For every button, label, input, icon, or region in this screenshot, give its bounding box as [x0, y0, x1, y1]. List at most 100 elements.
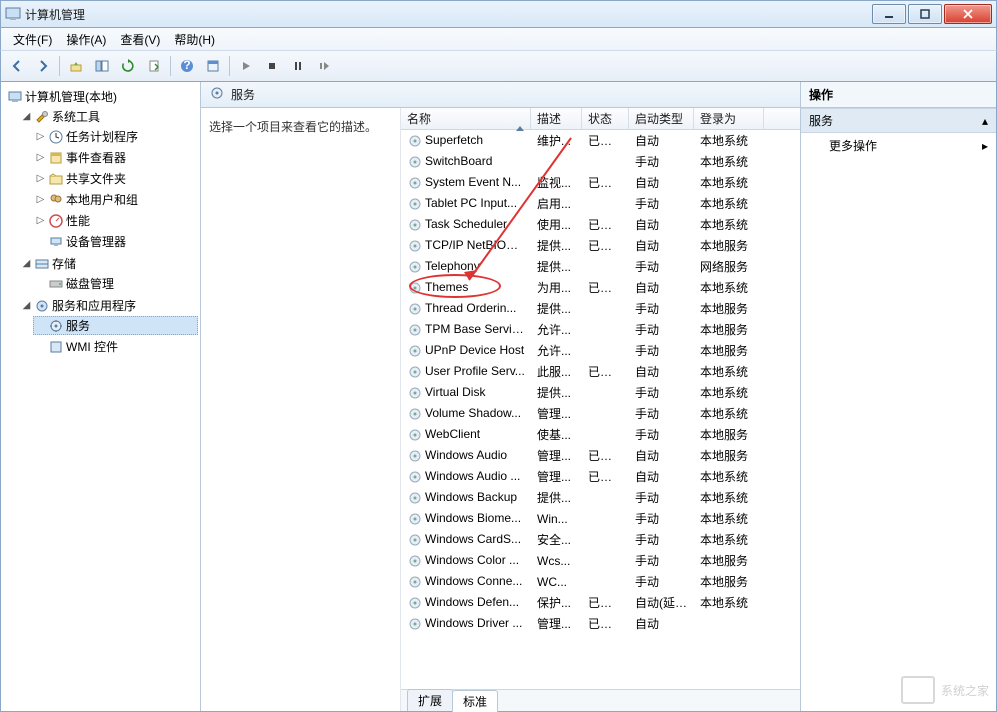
- tab-standard[interactable]: 标准: [452, 690, 498, 712]
- table-row[interactable]: Windows Audio ...管理...已启动自动本地系统: [401, 466, 800, 487]
- table-row[interactable]: Windows Backup提供...手动本地系统: [401, 487, 800, 508]
- table-row[interactable]: Windows Driver ...管理...已启动自动: [401, 613, 800, 634]
- tree-services[interactable]: 服务: [33, 316, 198, 335]
- window-buttons: [870, 4, 992, 24]
- expand-icon[interactable]: ▷: [35, 194, 46, 205]
- cell-name: Volume Shadow...: [401, 406, 531, 422]
- tree-shared-folders[interactable]: ▷共享文件夹: [33, 169, 198, 188]
- cell-logon: 本地系统: [694, 195, 764, 212]
- table-row[interactable]: Windows CardS...安全...手动本地系统: [401, 529, 800, 550]
- menu-action[interactable]: 操作(A): [60, 29, 112, 50]
- nav-tree[interactable]: 计算机管理(本地) ◢ 系统工具 ▷任务计划程序 ▷事件查看器: [3, 86, 198, 359]
- expand-icon[interactable]: ▷: [35, 152, 46, 163]
- gear-icon: [407, 616, 423, 632]
- show-hide-tree-button[interactable]: [90, 54, 114, 78]
- cell-status: 已启动: [582, 363, 629, 380]
- cell-start: 自动: [629, 447, 694, 464]
- table-row[interactable]: WebClient使基...手动本地服务: [401, 424, 800, 445]
- minimize-button[interactable]: [872, 4, 906, 24]
- tree-label: 服务和应用程序: [52, 297, 136, 314]
- forward-button[interactable]: [31, 54, 55, 78]
- start-service-button[interactable]: [234, 54, 258, 78]
- blank-icon: [35, 320, 46, 331]
- menu-file[interactable]: 文件(F): [7, 29, 58, 50]
- back-button[interactable]: [5, 54, 29, 78]
- cell-start: 自动(延迟...: [629, 594, 694, 611]
- collapse-icon[interactable]: ◢: [21, 258, 32, 269]
- actions-section[interactable]: 服务 ▴: [801, 108, 996, 133]
- tree-disk-mgmt[interactable]: 磁盘管理: [33, 274, 198, 293]
- table-row[interactable]: UPnP Device Host允许...手动本地服务: [401, 340, 800, 361]
- tree-pane: 计算机管理(本地) ◢ 系统工具 ▷任务计划程序 ▷事件查看器: [1, 82, 201, 711]
- col-name[interactable]: 名称: [401, 108, 531, 129]
- expand-icon[interactable]: ▷: [35, 215, 46, 226]
- menu-view[interactable]: 查看(V): [114, 29, 166, 50]
- help-button[interactable]: ?: [175, 54, 199, 78]
- table-row[interactable]: Windows Color ...Wcs...手动本地服务: [401, 550, 800, 571]
- grid-body[interactable]: Superfetch维护...已启动自动本地系统SwitchBoard手动本地系…: [401, 130, 800, 689]
- tree-root[interactable]: 计算机管理(本地): [5, 87, 198, 106]
- col-start[interactable]: 启动类型: [629, 108, 694, 129]
- table-row[interactable]: Telephony提供...手动网络服务: [401, 256, 800, 277]
- col-desc[interactable]: 描述: [531, 108, 582, 129]
- table-row[interactable]: Volume Shadow...管理...手动本地系统: [401, 403, 800, 424]
- cell-name: Windows Defen...: [401, 595, 531, 611]
- table-row[interactable]: System Event N...监视...已启动自动本地系统: [401, 172, 800, 193]
- table-row[interactable]: Windows Biome...Win...手动本地系统: [401, 508, 800, 529]
- storage-icon: [34, 256, 50, 272]
- table-row[interactable]: Themes为用...已启动自动本地系统: [401, 277, 800, 298]
- col-logon[interactable]: 登录为: [694, 108, 764, 129]
- up-button[interactable]: [64, 54, 88, 78]
- action-more[interactable]: 更多操作 ▸: [801, 133, 996, 158]
- table-row[interactable]: Thread Orderin...提供...手动本地服务: [401, 298, 800, 319]
- col-status[interactable]: 状态: [582, 108, 629, 129]
- properties-button[interactable]: [201, 54, 225, 78]
- stop-service-button[interactable]: [260, 54, 284, 78]
- close-button[interactable]: [944, 4, 992, 24]
- table-row[interactable]: Virtual Disk提供...手动本地系统: [401, 382, 800, 403]
- maximize-button[interactable]: [908, 4, 942, 24]
- cell-desc: 维护...: [531, 132, 582, 149]
- tree-performance[interactable]: ▷性能: [33, 211, 198, 230]
- tree-storage[interactable]: ◢ 存储: [19, 254, 198, 273]
- tree-services-apps[interactable]: ◢ 服务和应用程序: [19, 296, 198, 315]
- collapse-icon[interactable]: ◢: [21, 111, 32, 122]
- table-row[interactable]: Windows Conne...WC...手动本地服务: [401, 571, 800, 592]
- tree-event-viewer[interactable]: ▷事件查看器: [33, 148, 198, 167]
- cell-name: Windows Driver ...: [401, 616, 531, 632]
- expand-icon[interactable]: ▷: [35, 131, 46, 142]
- cell-start: 自动: [629, 468, 694, 485]
- export-button[interactable]: [142, 54, 166, 78]
- tree-system-tools[interactable]: ◢ 系统工具: [19, 107, 198, 126]
- tree-wmi[interactable]: WMI 控件: [33, 337, 198, 356]
- separator: [170, 56, 171, 76]
- refresh-button[interactable]: [116, 54, 140, 78]
- menubar: 文件(F) 操作(A) 查看(V) 帮助(H): [0, 28, 997, 50]
- table-row[interactable]: Windows Audio管理...已启动自动本地服务: [401, 445, 800, 466]
- table-row[interactable]: Task Scheduler使用...已启动自动本地系统: [401, 214, 800, 235]
- table-row[interactable]: Superfetch维护...已启动自动本地系统: [401, 130, 800, 151]
- perf-icon: [48, 213, 64, 229]
- tab-extended[interactable]: 扩展: [407, 689, 453, 711]
- expand-icon[interactable]: ▷: [35, 173, 46, 184]
- table-row[interactable]: SwitchBoard手动本地系统: [401, 151, 800, 172]
- cell-desc: Win...: [531, 512, 582, 526]
- table-row[interactable]: User Profile Serv...此服...已启动自动本地系统: [401, 361, 800, 382]
- tree-local-users[interactable]: ▷本地用户和组: [33, 190, 198, 209]
- tree-task-scheduler[interactable]: ▷任务计划程序: [33, 127, 198, 146]
- table-row[interactable]: TCP/IP NetBIOS ...提供...已启动自动本地服务: [401, 235, 800, 256]
- gear-icon: [407, 175, 423, 191]
- cell-logon: 本地系统: [694, 384, 764, 401]
- pause-service-button[interactable]: [286, 54, 310, 78]
- table-row[interactable]: Windows Defen...保护...已启动自动(延迟...本地系统: [401, 592, 800, 613]
- restart-service-button[interactable]: [312, 54, 336, 78]
- table-row[interactable]: TPM Base Servic...允许...手动本地服务: [401, 319, 800, 340]
- tree-device-manager[interactable]: 设备管理器: [33, 232, 198, 251]
- table-row[interactable]: Tablet PC Input...启用...手动本地系统: [401, 193, 800, 214]
- tree-label: 磁盘管理: [66, 275, 114, 292]
- section-label: 服务: [809, 112, 833, 129]
- blank-icon: [35, 236, 46, 247]
- gear-icon: [407, 469, 423, 485]
- collapse-icon[interactable]: ◢: [21, 300, 32, 311]
- menu-help[interactable]: 帮助(H): [168, 29, 221, 50]
